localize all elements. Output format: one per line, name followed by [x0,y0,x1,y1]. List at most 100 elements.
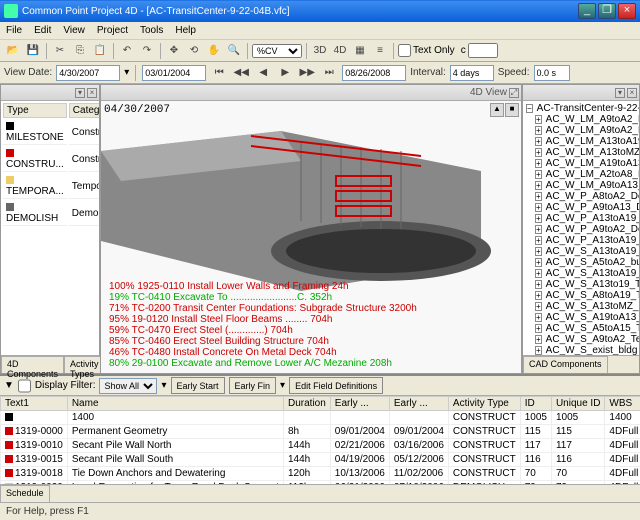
col-header[interactable]: Early ... [330,397,389,411]
tree-node[interactable]: +AC_W_S_exist_bldg [525,345,637,355]
filter-checkbox[interactable] [18,378,31,394]
tab-activity-types[interactable]: Activity Types [64,356,105,373]
last-icon[interactable]: ⏭ [320,64,338,82]
table-row[interactable]: 1400CONSTRUCT1005100514000Me [1,411,640,425]
tree-node[interactable]: +AC_W_P_A9toA13_Demo [525,202,637,213]
first-icon[interactable]: ⏮ [210,64,228,82]
tree-node[interactable]: +AC_W_P_A13toA19_Dem [525,213,637,224]
col-header[interactable]: ID [520,397,551,411]
tree-node[interactable]: +AC_W_S_A13toA19_Dem [525,268,637,279]
minimize-button[interactable]: _ [578,3,596,19]
tree-node[interactable]: +AC_W_LM_A9toA13_Dem [525,180,637,191]
tree-root[interactable]: −AC-TransitCenter-9-22-04B [525,103,637,114]
play-icon[interactable]: ▶ [276,64,294,82]
panel-pin-icon[interactable]: ▾ [75,88,85,98]
schedule-grid[interactable]: Text1NameDurationEarly ...Early ...Activ… [0,396,640,484]
col-header[interactable]: Activity Type [448,397,520,411]
fwd-icon[interactable]: ▶▶ [298,64,316,82]
early-start-button[interactable]: Early Start [171,377,225,394]
tree-node[interactable]: +AC_W_P_A13toA19_Demo [525,235,637,246]
close-button[interactable]: × [618,3,636,19]
viewdate-input[interactable] [56,65,120,81]
type-row[interactable]: MILESTONEConstruct [3,120,99,145]
c-input[interactable] [468,43,498,58]
pan-icon[interactable]: ✋ [205,42,223,60]
view-front-icon[interactable]: ■ [505,103,519,117]
tree-node[interactable]: +AC_W_P_A9toA2_Demo [525,224,637,235]
open-icon[interactable]: 📂 [4,42,22,60]
tree-node[interactable]: +AC_W_S_A5toA2_build [525,257,637,268]
back-icon[interactable]: ◀ [254,64,272,82]
view-4d-icon[interactable]: 4D [331,42,349,60]
viewport-3d[interactable]: ▲ ■ 04/30/2007 [101,101,521,373]
tree-node[interactable]: +AC_W_LM_A9toA2_Build [525,125,637,136]
col-header[interactable]: WBS [605,397,640,411]
zoom-icon[interactable]: 🔍 [225,42,243,60]
grid-icon[interactable]: ▦ [351,42,369,60]
menu-help[interactable]: Help [175,25,196,36]
panel-close-icon[interactable]: × [87,88,97,98]
menu-file[interactable]: File [6,25,22,36]
table-row[interactable]: 1319-0000Permanent Geometry8h09/01/20040… [1,425,640,439]
start-date-input[interactable] [142,65,206,81]
col-header[interactable]: Early ... [389,397,448,411]
table-row[interactable]: 1319-0010Secant Pile Wall North144h02/21… [1,439,640,453]
tree-node[interactable]: +AC_W_LM_A2toA8_Demo [525,169,637,180]
panel-pin-icon[interactable]: ▾ [615,88,625,98]
copy-icon[interactable]: ⎘ [71,42,89,60]
menu-tools[interactable]: Tools [140,25,163,36]
save-icon[interactable]: 💾 [24,42,42,60]
scale-select[interactable]: %CV [252,44,302,58]
filter-icon[interactable]: ▼ [4,380,14,391]
undo-icon[interactable]: ↶ [118,42,136,60]
tree-node[interactable]: +AC_W_S_A5toA15_Temp [525,323,637,334]
nav-icon[interactable]: ✥ [165,42,183,60]
redo-icon[interactable]: ↷ [138,42,156,60]
col-type[interactable]: Type [3,103,67,118]
paste-icon[interactable]: 📋 [91,42,109,60]
speed-input[interactable] [534,65,570,81]
tree-node[interactable]: +AC_W_LM_A13toA19_Der [525,136,637,147]
tree-node[interactable]: +AC_W_P_A8toA2_Demo [525,191,637,202]
tree-node[interactable]: +AC_W_S_A8toA19_Temp [525,290,637,301]
end-date-input[interactable] [342,65,406,81]
tree-node[interactable]: +AC_W_LM_A9toA2_Build [525,114,637,125]
table-row[interactable]: 1319-0015Secant Pile Wall South144h04/19… [1,453,640,467]
tree-node[interactable]: +AC_W_LM_A13toMZ_Dem [525,147,637,158]
menu-edit[interactable]: Edit [34,25,51,36]
col-header[interactable]: Duration [283,397,330,411]
textonly-checkbox[interactable] [398,44,411,57]
tab-schedule[interactable]: Schedule [0,485,50,502]
tree-node[interactable]: +AC_W_S_A9toA2_Temp [525,334,637,345]
col-header[interactable]: Name [67,397,283,411]
menu-project[interactable]: Project [97,25,128,36]
cad-tree[interactable]: −AC-TransitCenter-9-22-04B+AC_W_LM_A9toA… [523,101,639,355]
filter-select[interactable]: Show All [99,378,157,394]
menu-view[interactable]: View [63,25,85,36]
prev-icon[interactable]: ◀◀ [232,64,250,82]
col-header[interactable]: Unique ID [551,397,604,411]
view-3d-icon[interactable]: 3D [311,42,329,60]
viewport-max-icon[interactable]: ⤢ [509,88,519,98]
tree-node[interactable]: +AC_W_S_A13toMZ_build [525,301,637,312]
early-finish-button[interactable]: Early Fin [229,377,277,394]
panel-close-icon[interactable]: × [627,88,637,98]
view-top-icon[interactable]: ▲ [490,103,504,117]
rotate-icon[interactable]: ⟲ [185,42,203,60]
cut-icon[interactable]: ✂ [51,42,69,60]
col-category[interactable]: Category [69,103,99,118]
tree-node[interactable]: +AC_W_S_A13to19_Temp [525,279,637,290]
tree-node[interactable]: +AC_W_S_A13toA19_Dem [525,246,637,257]
col-header[interactable]: Text1 [1,397,68,411]
maximize-button[interactable]: ❐ [598,3,616,19]
type-row[interactable]: DEMOLISHDemolish [3,201,99,226]
interval-input[interactable] [450,65,494,81]
table-row[interactable]: 1319-0018Tie Down Anchors and Dewatering… [1,467,640,481]
tree-node[interactable]: +AC_W_S_A19toA13_Temp [525,312,637,323]
dropdown-icon[interactable]: ▾ [124,67,129,78]
tab-4d-components[interactable]: 4D Components [1,356,64,373]
edit-fields-button[interactable]: Edit Field Definitions [289,377,383,394]
tab-cad-components[interactable]: CAD Components [523,356,608,373]
type-row[interactable]: TEMPORA...Temporary [3,174,99,199]
type-row[interactable]: CONSTRU...Construct [3,147,99,172]
